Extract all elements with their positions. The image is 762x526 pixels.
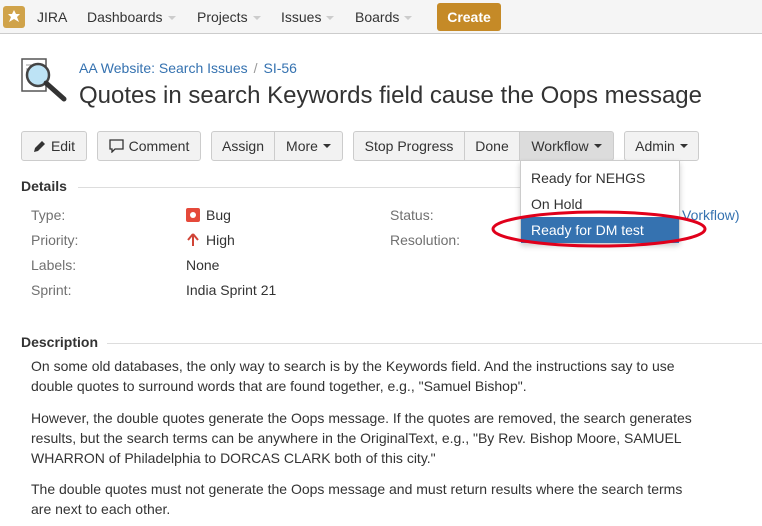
description-divider [107, 343, 762, 344]
chevron-down-icon [167, 16, 176, 21]
menu-item-ready-for-nehgs[interactable]: Ready for NEHGS [521, 165, 679, 191]
page-title: Quotes in search Keywords field cause th… [79, 82, 702, 109]
status-label: Status: [390, 207, 434, 223]
priority-value: High [186, 232, 235, 248]
chevron-down-icon [404, 16, 413, 21]
nav-projects[interactable]: Projects [197, 9, 261, 25]
edit-button[interactable]: Edit [21, 131, 87, 161]
chevron-down-icon [679, 144, 688, 148]
labels-value: None [186, 257, 220, 273]
details-divider [78, 187, 520, 188]
assign-button[interactable]: Assign [211, 131, 275, 161]
breadcrumb: AA Website: Search Issues / SI-56 [79, 60, 297, 76]
done-button[interactable]: Done [465, 131, 520, 161]
comment-button[interactable]: Comment [97, 131, 201, 161]
description-paragraph: The double quotes must not generate the … [31, 481, 683, 517]
resolution-label: Resolution: [390, 232, 461, 248]
project-avatar-icon [18, 57, 72, 105]
details-heading[interactable]: Details [21, 178, 67, 194]
breadcrumb-project-link[interactable]: AA Website: Search Issues [79, 60, 248, 76]
app-name[interactable]: JIRA [37, 9, 67, 25]
sprint-value[interactable]: India Sprint 21 [186, 282, 276, 298]
stop-progress-button[interactable]: Stop Progress [353, 131, 465, 161]
more-button[interactable]: More [275, 131, 343, 161]
bug-icon [186, 208, 200, 222]
chevron-down-icon [593, 144, 602, 148]
pencil-icon [33, 140, 45, 152]
chevron-down-icon [322, 144, 331, 148]
description-heading[interactable]: Description [21, 334, 98, 350]
nav-boards[interactable]: Boards [355, 9, 413, 25]
admin-button[interactable]: Admin [624, 131, 699, 161]
breadcrumb-issue-key[interactable]: SI-56 [264, 60, 297, 76]
top-nav: JIRA Dashboards Projects Issues Boards C… [0, 0, 762, 34]
priority-label: Priority: [31, 232, 79, 248]
description-paragraph: On some old databases, the only way to s… [31, 358, 675, 394]
annotation-ellipse [491, 210, 707, 248]
chevron-down-icon [326, 16, 335, 21]
type-value: Bug [186, 207, 231, 223]
nav-dashboards[interactable]: Dashboards [87, 9, 176, 25]
type-label: Type: [31, 207, 66, 223]
breadcrumb-separator: / [253, 60, 258, 76]
arrow-up-icon [187, 233, 199, 246]
nav-issues[interactable]: Issues [281, 9, 335, 25]
description-paragraph: However, the double quotes generate the … [31, 410, 692, 466]
labels-label: Labels: [31, 257, 77, 273]
workflow-button[interactable]: Workflow [520, 131, 614, 161]
jira-logo-icon[interactable] [3, 6, 25, 28]
chevron-down-icon [252, 16, 261, 21]
comment-icon [109, 139, 124, 153]
sprint-label: Sprint: [31, 282, 72, 298]
create-button[interactable]: Create [437, 3, 501, 31]
